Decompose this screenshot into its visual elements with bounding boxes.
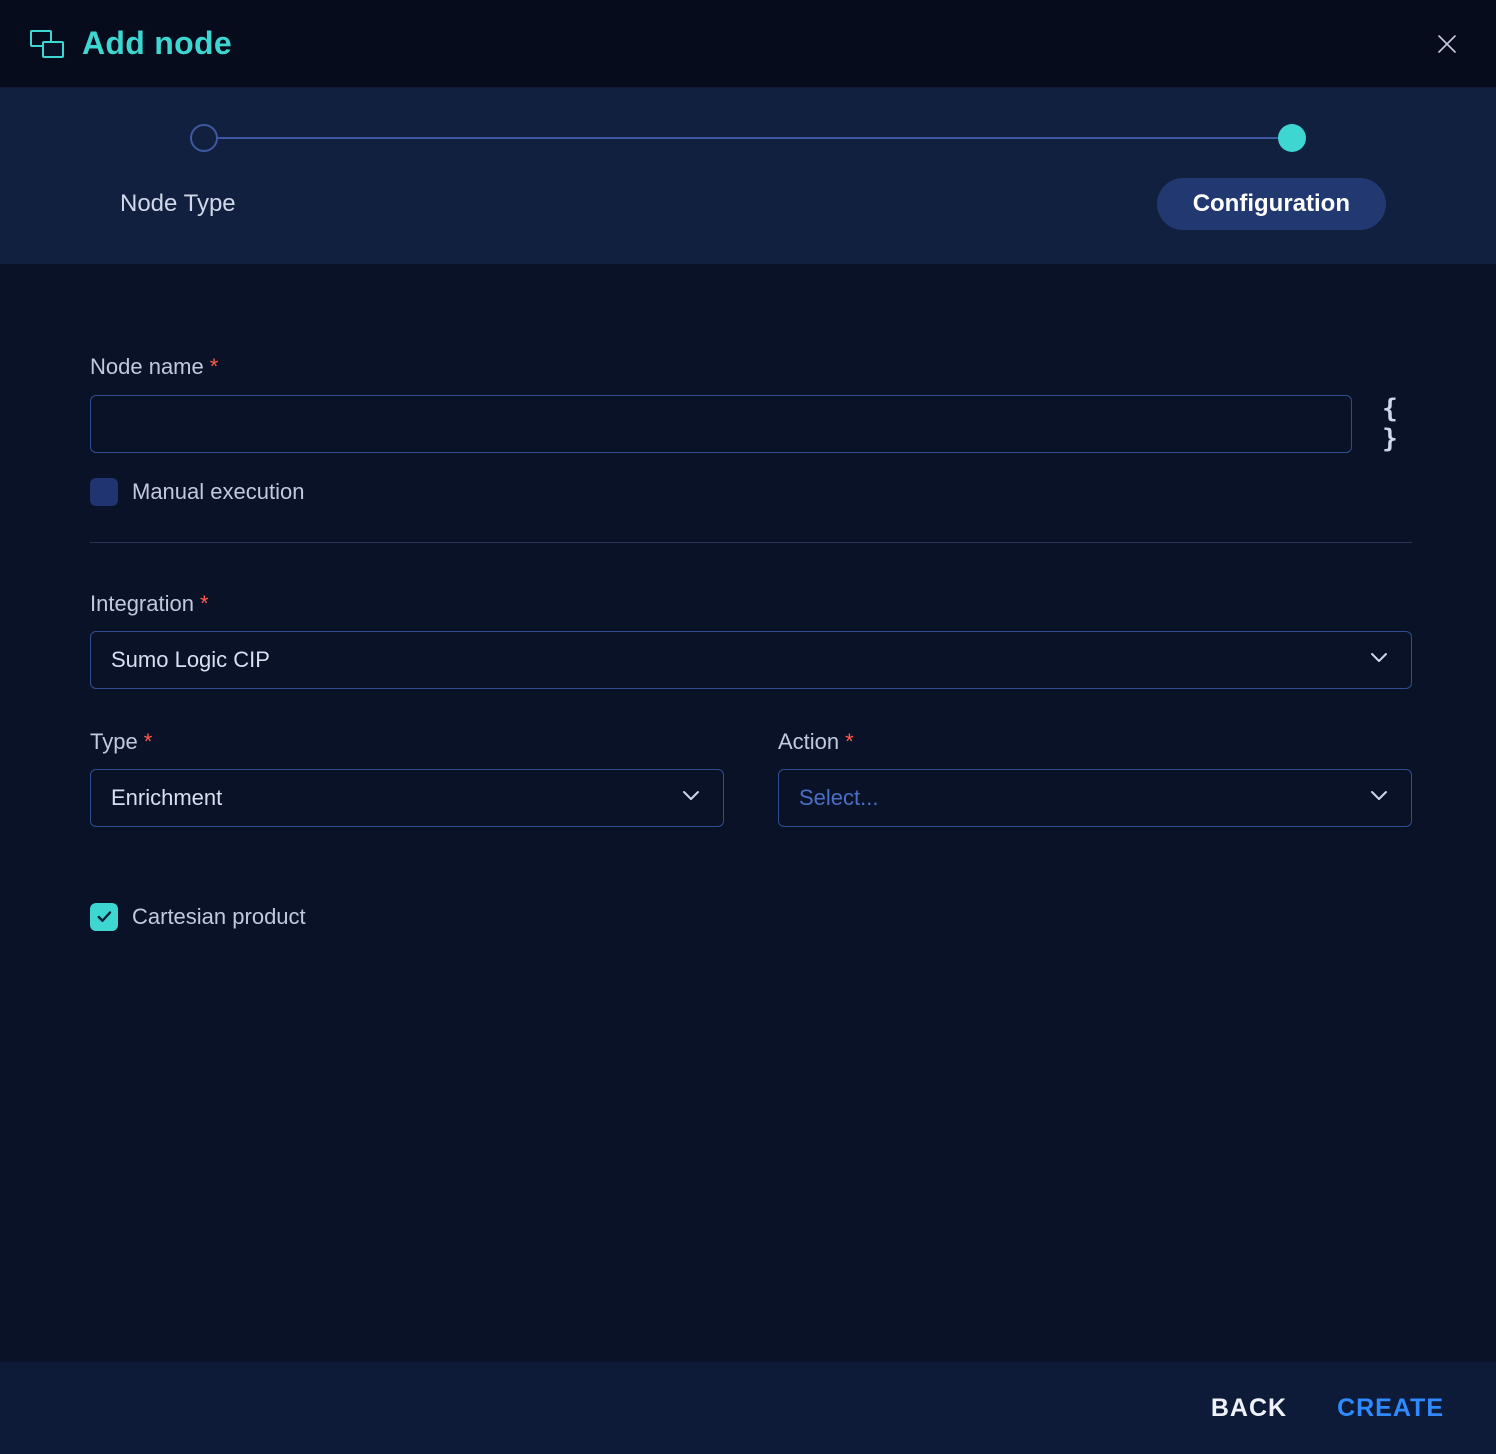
- dialog-footer: BACK CREATE: [0, 1362, 1496, 1454]
- step-label-node-type[interactable]: Node Type: [120, 190, 236, 218]
- nodes-icon: [30, 30, 64, 58]
- integration-label: Integration *: [90, 591, 1436, 617]
- form-area: Node name * { } Manual execution Integra…: [0, 264, 1496, 931]
- step-dot-node-type[interactable]: [190, 124, 218, 152]
- required-marker: *: [210, 354, 219, 380]
- dialog-header: Add node: [0, 0, 1496, 88]
- manual-execution-checkbox[interactable]: [90, 478, 118, 506]
- action-label-text: Action: [778, 729, 839, 755]
- required-marker: *: [200, 591, 209, 617]
- stepper-labels: Node Type Configuration: [190, 178, 1306, 230]
- integration-select-value: Sumo Logic CIP: [111, 647, 270, 673]
- dialog-title: Add node: [82, 25, 232, 62]
- manual-execution-row: Manual execution: [90, 478, 1436, 506]
- type-label-text: Type: [90, 729, 138, 755]
- section-divider: [90, 542, 1412, 543]
- type-select-value: Enrichment: [111, 785, 222, 811]
- required-marker: *: [144, 729, 153, 755]
- close-icon: [1435, 32, 1459, 56]
- action-select[interactable]: Select...: [778, 769, 1412, 827]
- node-name-label-text: Node name: [90, 354, 204, 380]
- type-select[interactable]: Enrichment: [90, 769, 724, 827]
- required-marker: *: [845, 729, 854, 755]
- create-button[interactable]: CREATE: [1337, 1394, 1444, 1423]
- type-label: Type *: [90, 729, 724, 755]
- cartesian-product-row: Cartesian product: [90, 903, 1436, 931]
- integration-label-text: Integration: [90, 591, 194, 617]
- node-name-input[interactable]: [90, 395, 1352, 453]
- node-name-label: Node name *: [90, 354, 1436, 380]
- cartesian-product-checkbox[interactable]: [90, 903, 118, 931]
- cartesian-product-label: Cartesian product: [132, 904, 306, 930]
- header-left: Add node: [30, 25, 232, 62]
- manual-execution-label: Manual execution: [132, 479, 304, 505]
- step-label-configuration[interactable]: Configuration: [1157, 178, 1386, 230]
- back-button[interactable]: BACK: [1211, 1394, 1287, 1423]
- integration-select[interactable]: Sumo Logic CIP: [90, 631, 1412, 689]
- braces-icon[interactable]: { }: [1372, 394, 1406, 454]
- check-icon: [95, 908, 113, 926]
- action-select-placeholder: Select...: [799, 785, 878, 811]
- chevron-down-icon: [1367, 783, 1391, 813]
- chevron-down-icon: [1367, 645, 1391, 675]
- stepper-track: [190, 124, 1306, 152]
- step-dot-configuration[interactable]: [1278, 124, 1306, 152]
- close-button[interactable]: [1432, 29, 1462, 59]
- stepper: Node Type Configuration: [0, 88, 1496, 264]
- stepper-line: [204, 137, 1292, 139]
- action-label: Action *: [778, 729, 1412, 755]
- chevron-down-icon: [679, 783, 703, 813]
